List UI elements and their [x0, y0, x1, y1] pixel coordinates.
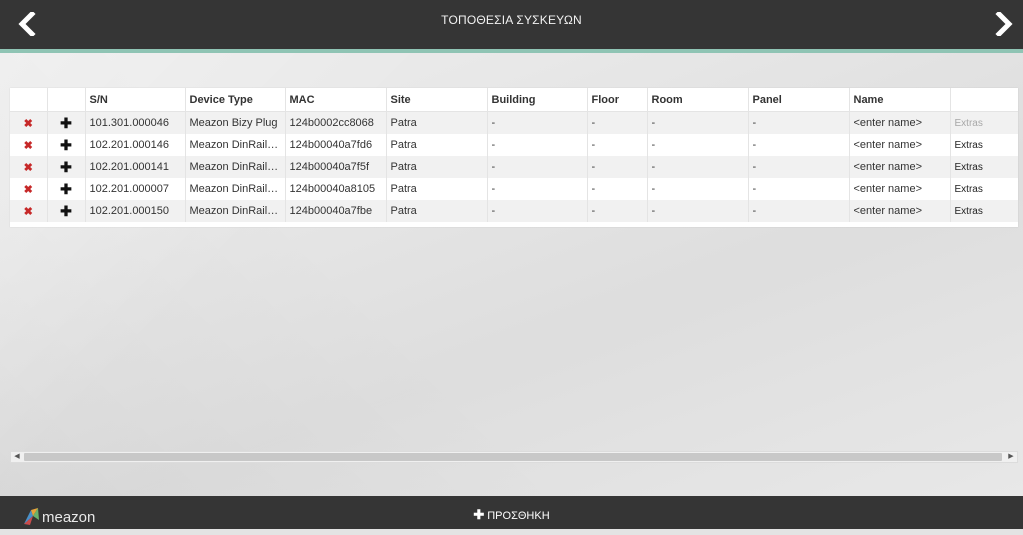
cell-panel[interactable]: -	[747, 178, 849, 200]
column-header-device-type[interactable]: Device Type	[184, 88, 285, 112]
column-header-sn[interactable]: S/N	[84, 88, 185, 112]
page-title: ΤΟΠΟΘΕΣΙΑ ΣΥΣΚΕΥΩΝ	[441, 13, 582, 27]
cell-name[interactable]: <enter name>	[848, 200, 950, 222]
next-arrow-icon[interactable]	[993, 12, 1015, 36]
add-device-button[interactable]: ✚ ΠΡΟΣΘΗΚΗ	[0, 496, 1023, 535]
cell-floor[interactable]: -	[586, 178, 647, 200]
cell-building[interactable]: -	[486, 178, 587, 200]
close-icon[interactable]: ✖	[24, 184, 33, 196]
cell-site[interactable]: Patra	[385, 111, 487, 134]
cell-mac: 124b00040a8105	[284, 178, 386, 200]
cell-room[interactable]: -	[646, 200, 748, 222]
cell-device-type: Meazon DinRail 3…	[184, 134, 285, 156]
plus-icon[interactable]: ✚	[60, 137, 72, 153]
column-header-extras	[949, 88, 1018, 112]
plus-icon: ✚	[473, 507, 485, 522]
cell-building[interactable]: -	[486, 156, 587, 178]
column-header-floor[interactable]: Floor	[586, 88, 647, 112]
scroll-right-arrow-icon[interactable]: ▶	[1005, 452, 1017, 462]
plus-icon[interactable]: ✚	[60, 115, 72, 131]
cell-mac: 124b0002cc8068	[284, 111, 386, 134]
cell-name[interactable]: <enter name>	[848, 178, 950, 200]
table-row: ✖ ✚ 101.301.000046 Meazon Bizy Plug 124b…	[10, 111, 1018, 134]
cell-site[interactable]: Patra	[385, 200, 487, 222]
cell-panel[interactable]: -	[747, 156, 849, 178]
scroll-left-arrow-icon[interactable]: ◀	[11, 452, 23, 462]
cell-device-type: Meazon Bizy Plug	[184, 111, 285, 134]
plus-icon[interactable]: ✚	[60, 203, 72, 219]
cell-building[interactable]: -	[486, 111, 587, 134]
close-icon[interactable]: ✖	[24, 162, 33, 174]
cell-site[interactable]: Patra	[385, 134, 487, 156]
close-icon[interactable]: ✖	[24, 206, 33, 218]
cell-room[interactable]: -	[646, 178, 748, 200]
column-header-panel[interactable]: Panel	[747, 88, 849, 112]
plus-icon[interactable]: ✚	[60, 159, 72, 175]
column-header-mac[interactable]: MAC	[284, 88, 386, 112]
cell-panel[interactable]: -	[747, 200, 849, 222]
cell-floor[interactable]: -	[586, 200, 647, 222]
horizontal-scrollbar[interactable]: ◀ ▶	[10, 451, 1018, 463]
column-header-add	[46, 88, 85, 112]
cell-name[interactable]: <enter name>	[848, 134, 950, 156]
cell-site[interactable]: Patra	[385, 156, 487, 178]
table-row: ✖ ✚ 102.201.000141 Meazon DinRail 3… 124…	[10, 156, 1018, 178]
bottom-bar: meazon ✚ ΠΡΟΣΘΗΚΗ	[0, 496, 1023, 529]
add-button-label: ΠΡΟΣΘΗΚΗ	[487, 510, 550, 522]
cell-room[interactable]: -	[646, 134, 748, 156]
column-header-name[interactable]: Name	[848, 88, 950, 112]
column-header-building[interactable]: Building	[486, 88, 587, 112]
extras-button[interactable]: Extras	[955, 162, 983, 173]
cell-name[interactable]: <enter name>	[848, 156, 950, 178]
extras-button[interactable]: Extras	[955, 184, 983, 195]
close-icon[interactable]: ✖	[24, 140, 33, 152]
header-accent-line	[0, 49, 1023, 53]
plus-icon[interactable]: ✚	[60, 181, 72, 197]
devices-table: S/N Device Type MAC Site Building Floor …	[10, 88, 1018, 222]
cell-panel[interactable]: -	[747, 111, 849, 134]
table-row: ✖ ✚ 102.201.000007 Meazon DinRail 3… 124…	[10, 178, 1018, 200]
cell-sn: 102.201.000150	[84, 200, 185, 222]
top-bar: ΤΟΠΟΘΕΣΙΑ ΣΥΣΚΕΥΩΝ	[0, 0, 1023, 49]
cell-building[interactable]: -	[486, 200, 587, 222]
cell-sn: 102.201.000146	[84, 134, 185, 156]
table-row: ✖ ✚ 102.201.000146 Meazon DinRail 3… 124…	[10, 134, 1018, 156]
cell-name[interactable]: <enter name>	[848, 111, 950, 134]
cell-floor[interactable]: -	[586, 111, 647, 134]
column-header-room[interactable]: Room	[646, 88, 748, 112]
column-header-site[interactable]: Site	[385, 88, 487, 112]
cell-device-type: Meazon DinRail 3…	[184, 178, 285, 200]
table-row: ✖ ✚ 102.201.000150 Meazon DinRail 3… 124…	[10, 200, 1018, 222]
cell-room[interactable]: -	[646, 156, 748, 178]
extras-button: Extras	[954, 118, 983, 129]
cell-mac: 124b00040a7fd6	[284, 134, 386, 156]
cell-device-type: Meazon DinRail 3…	[184, 200, 285, 222]
devices-table-container: S/N Device Type MAC Site Building Floor …	[10, 88, 1018, 227]
cell-sn: 101.301.000046	[84, 111, 185, 134]
cell-mac: 124b00040a7f5f	[284, 156, 386, 178]
column-header-delete	[10, 88, 47, 112]
cell-sn: 102.201.000141	[84, 156, 185, 178]
cell-floor[interactable]: -	[586, 156, 647, 178]
cell-device-type: Meazon DinRail 3…	[184, 156, 285, 178]
extras-button[interactable]: Extras	[955, 206, 983, 217]
cell-panel[interactable]: -	[747, 134, 849, 156]
close-icon[interactable]: ✖	[24, 118, 33, 130]
cell-building[interactable]: -	[486, 134, 587, 156]
scrollbar-thumb[interactable]	[24, 453, 1002, 461]
cell-site[interactable]: Patra	[385, 178, 487, 200]
extras-button[interactable]: Extras	[955, 140, 983, 151]
cell-floor[interactable]: -	[586, 134, 647, 156]
table-header-row: S/N Device Type MAC Site Building Floor …	[10, 88, 1018, 112]
cell-mac: 124b00040a7fbe	[284, 200, 386, 222]
cell-sn: 102.201.000007	[84, 178, 185, 200]
cell-room[interactable]: -	[646, 111, 748, 134]
